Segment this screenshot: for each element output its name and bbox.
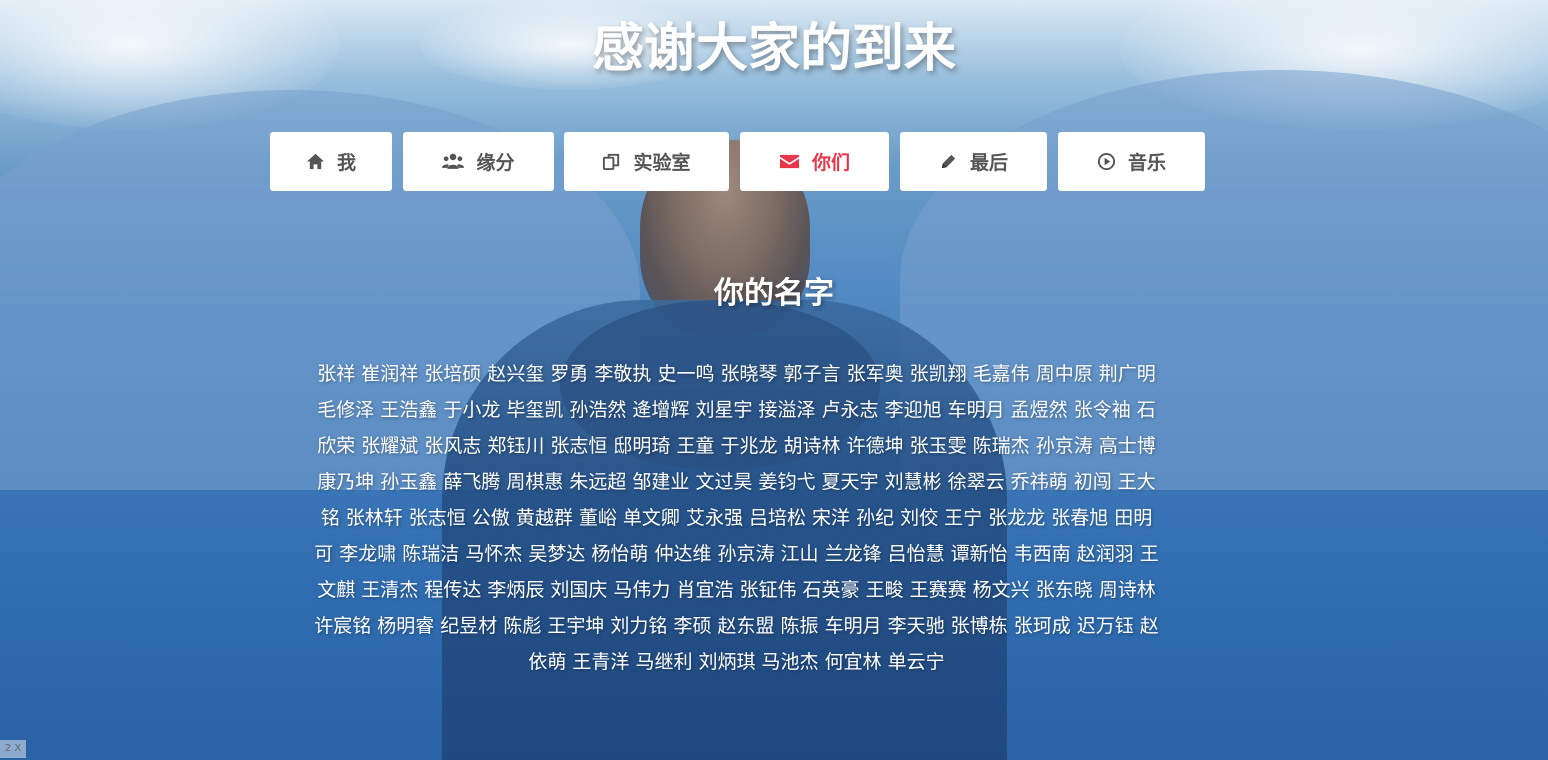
play-circle-icon — [1097, 152, 1116, 171]
nav-item-label: 缘分 — [476, 152, 515, 174]
home-icon — [306, 152, 325, 171]
corner-widget[interactable]: 2 X — [0, 740, 26, 758]
page-title: 感谢大家的到来 — [591, 19, 956, 79]
nav-item-label: 你们 — [811, 152, 850, 174]
nav-item-label: 实验室 — [633, 152, 691, 174]
nav-item-me[interactable]: 我 — [270, 132, 392, 191]
nav-item-label: 我 — [336, 152, 356, 174]
pencil-icon — [939, 152, 958, 171]
envelope-icon — [779, 152, 800, 171]
names-list: 张祥 崔润祥 张培硕 赵兴玺 罗勇 李敬执 史一鸣 张晓琴 郭子言 张军奥 张凯… — [314, 363, 1159, 673]
nav-item-fate[interactable]: 缘分 — [403, 132, 554, 191]
copy-icon — [602, 152, 621, 171]
nav-item-last[interactable]: 最后 — [900, 132, 1047, 191]
main-nav: 我 缘分 实验室 你们 最后 音乐 — [0, 132, 1548, 192]
nav-item-label: 音乐 — [1127, 152, 1166, 174]
section-title: 你的名字 — [714, 276, 834, 311]
nav-item-music[interactable]: 音乐 — [1058, 132, 1205, 191]
nav-item-lab[interactable]: 实验室 — [564, 132, 729, 191]
nav-item-you[interactable]: 你们 — [740, 132, 889, 191]
users-icon — [442, 152, 465, 171]
nav-item-label: 最后 — [969, 152, 1008, 174]
